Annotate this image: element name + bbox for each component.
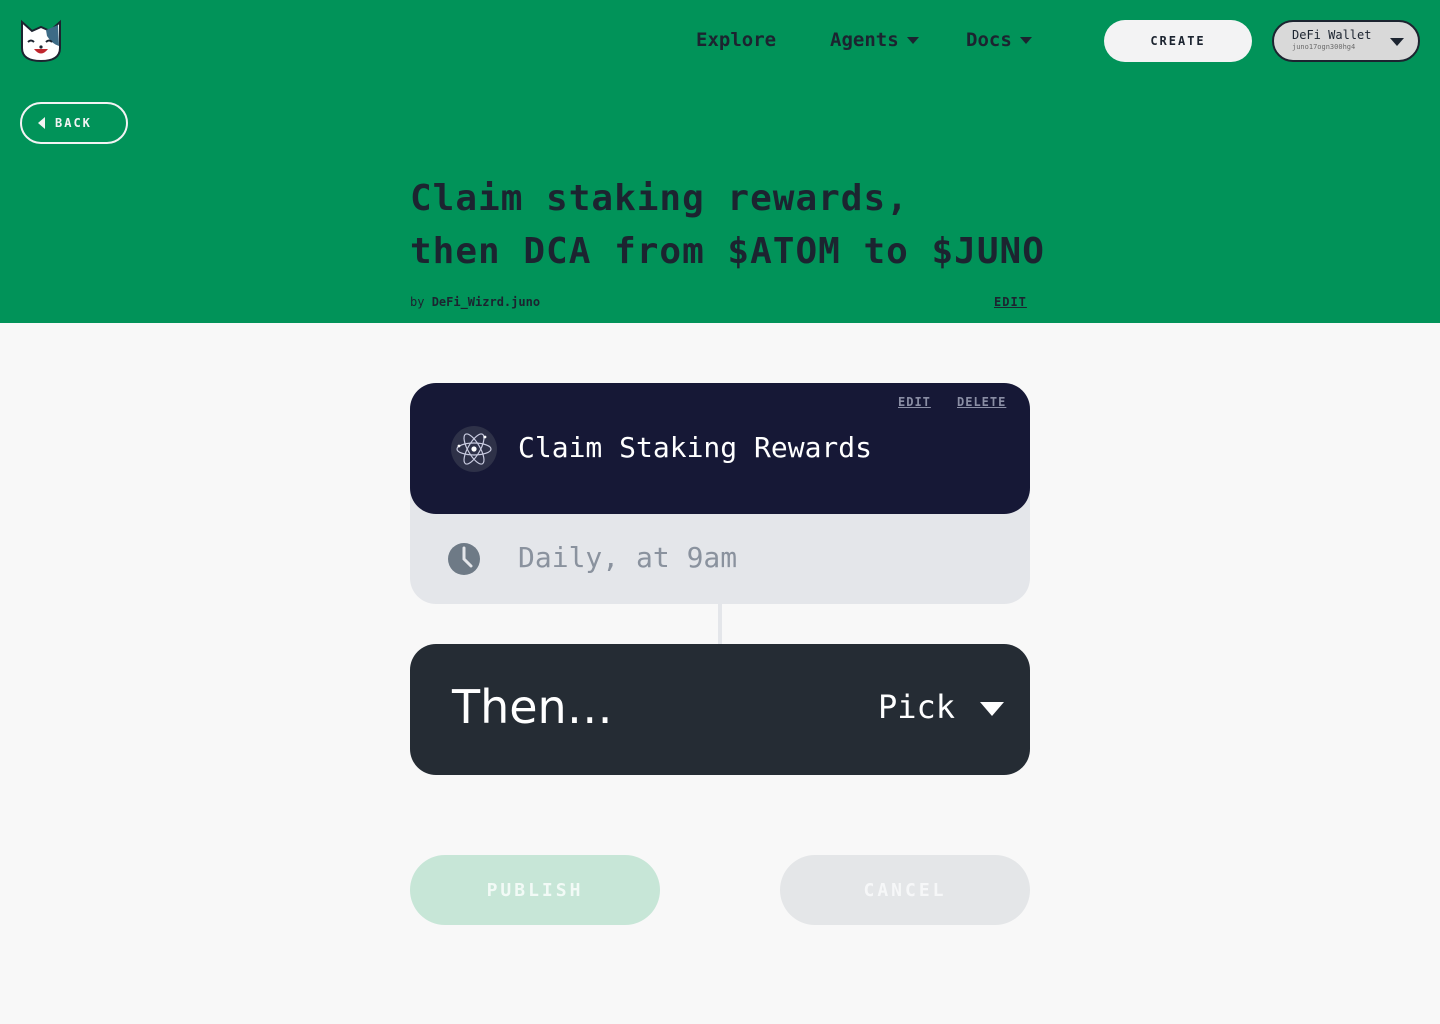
- nav-docs-label: Docs: [966, 29, 1012, 51]
- nav-docs-dropdown[interactable]: Docs: [966, 28, 1032, 52]
- cat-logo-icon[interactable]: [18, 18, 64, 64]
- next-step-picker[interactable]: Then… Pick: [410, 644, 1030, 775]
- then-label: Then…: [452, 680, 613, 734]
- publish-button[interactable]: PUBLISH: [410, 855, 660, 925]
- author-byline: by DeFi_Wizrd.juno: [410, 295, 540, 309]
- author-name[interactable]: DeFi_Wizrd.juno: [432, 295, 540, 309]
- recipe-title-line-2: then DCA from $ATOM to $JUNO: [410, 231, 1045, 272]
- trigger-title: Claim Staking Rewards: [518, 431, 873, 464]
- arrow-left-icon: [38, 117, 45, 129]
- back-label: BACK: [55, 116, 92, 130]
- cancel-button[interactable]: CANCEL: [780, 855, 1030, 925]
- step-connector: [718, 604, 722, 644]
- edit-recipe-link[interactable]: EDIT: [994, 295, 1027, 309]
- recipe-title-line-1: Claim staking rewards,: [410, 178, 909, 219]
- wallet-selector[interactable]: DeFi Wallet juno17ogn300hg4: [1272, 20, 1420, 62]
- nav-explore-label: Explore: [696, 29, 777, 51]
- back-button[interactable]: BACK: [20, 102, 128, 144]
- delete-trigger-link[interactable]: DELETE: [957, 395, 1006, 409]
- recipe-title: Claim staking rewards, then DCA from $AT…: [410, 172, 1050, 278]
- pick-label: Pick: [878, 688, 956, 726]
- chevron-down-icon: [906, 36, 919, 44]
- chevron-down-icon: [980, 702, 1004, 716]
- create-button[interactable]: CREATE: [1104, 20, 1252, 62]
- cosmos-atom-icon: [451, 426, 497, 472]
- chevron-down-icon: [1390, 38, 1404, 46]
- byline-prefix: by: [410, 295, 425, 309]
- nav-explore-link[interactable]: Explore: [696, 28, 776, 52]
- hero-banner: Explore Agents Docs CREATE DeFi Wallet j…: [0, 0, 1440, 323]
- edit-trigger-link[interactable]: EDIT: [898, 395, 931, 409]
- clock-icon: [448, 543, 480, 575]
- nav-agents-dropdown[interactable]: Agents: [830, 28, 919, 52]
- schedule-text: Daily, at 9am: [518, 541, 738, 574]
- nav-agents-label: Agents: [830, 29, 899, 51]
- chevron-down-icon: [1019, 36, 1032, 44]
- trigger-card[interactable]: EDIT DELETE Claim Staking Rewards: [410, 383, 1030, 514]
